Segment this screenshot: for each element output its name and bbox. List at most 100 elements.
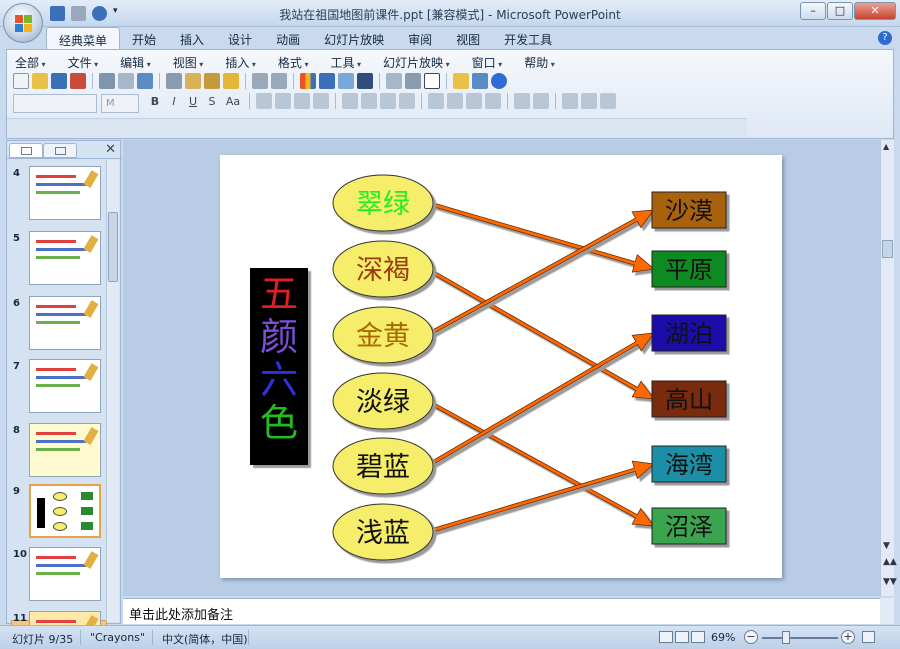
align-center-icon[interactable] [275, 93, 291, 109]
underline-button[interactable]: U [185, 95, 201, 108]
arrange-icon[interactable] [514, 93, 530, 109]
align-left-icon[interactable] [256, 93, 272, 109]
slide-thumbnail[interactable] [29, 484, 101, 538]
menu-item[interactable]: 全部 [15, 54, 46, 71]
hyperlink-icon[interactable] [357, 73, 373, 89]
format-painter-icon[interactable] [223, 73, 239, 89]
ribbon-tab[interactable]: 审阅 [396, 27, 444, 49]
menu-item[interactable]: 帮助 [524, 54, 555, 71]
ribbon-tab[interactable]: 插入 [168, 27, 216, 49]
undo-icon[interactable] [252, 73, 268, 89]
menu-item[interactable]: 文件 [68, 54, 99, 71]
font-size-combobox[interactable]: M [101, 94, 139, 113]
table-icon[interactable] [319, 73, 335, 89]
maximize-button[interactable]: □ [827, 2, 853, 20]
panel-scrollbar-thumb[interactable] [108, 212, 118, 282]
slide-thumbnail[interactable] [29, 547, 101, 601]
slideshow-view-icon[interactable] [691, 631, 705, 643]
outline-icon[interactable] [386, 73, 402, 89]
zoom-out-icon[interactable]: − [744, 630, 758, 644]
open-icon[interactable] [32, 73, 48, 89]
normal-view-icon[interactable] [659, 631, 673, 643]
office-button[interactable] [3, 3, 43, 43]
print-preview-icon[interactable] [118, 73, 134, 89]
folder-icon[interactable] [453, 73, 469, 89]
ribbon-tab[interactable]: 幻灯片放映 [312, 27, 396, 49]
close-button[interactable]: ✕ [854, 2, 896, 20]
font-name-combobox[interactable] [13, 94, 97, 113]
help-small-icon[interactable] [491, 73, 507, 89]
slide-thumbnail[interactable] [29, 166, 101, 220]
increase-font-icon[interactable] [447, 93, 463, 109]
next-slide-icon[interactable]: ▼▼ [883, 578, 897, 587]
shape-fill-icon[interactable] [562, 93, 578, 109]
columns-icon[interactable] [342, 93, 358, 109]
slide-thumbnail[interactable] [29, 359, 101, 413]
decrease-font-icon[interactable] [466, 93, 482, 109]
outline-tab[interactable] [43, 143, 77, 158]
chart-icon[interactable] [300, 73, 316, 89]
menu-item[interactable]: 幻灯片放映 [383, 54, 450, 71]
bullets-icon[interactable] [380, 93, 396, 109]
grid-icon[interactable] [405, 73, 421, 89]
menu-item[interactable]: 窗口 [472, 54, 503, 71]
insert-picture-icon[interactable] [338, 73, 354, 89]
permission-icon[interactable] [70, 73, 86, 89]
copy-icon[interactable] [185, 73, 201, 89]
spelling-icon[interactable] [137, 73, 153, 89]
slide-thumbnail[interactable] [29, 231, 101, 285]
notes-pane[interactable]: 单击此处添加备注 [123, 598, 880, 624]
new-file-icon[interactable] [13, 73, 29, 89]
menu-item[interactable]: 插入 [225, 54, 256, 71]
numbering-icon[interactable] [399, 93, 415, 109]
slide-sorter-view-icon[interactable] [675, 631, 689, 643]
shapes-icon[interactable] [533, 93, 549, 109]
italic-button[interactable]: I [166, 95, 182, 108]
previous-slide-icon[interactable]: ▲▲ [883, 558, 897, 567]
paste-icon[interactable] [204, 73, 220, 89]
scroll-down-icon[interactable]: ▼ [883, 542, 890, 551]
notes-scrollbar[interactable] [880, 598, 894, 624]
minimize-button[interactable]: – [800, 2, 826, 20]
slide-vertical-scrollbar[interactable]: ▲ ▼ ▲▲ ▼▼ [880, 140, 897, 596]
change-case-button[interactable]: Aa [223, 95, 243, 108]
shape-effects-icon[interactable] [600, 93, 616, 109]
fit-to-window-icon[interactable] [862, 631, 875, 643]
zoom-slider-track[interactable] [762, 637, 838, 639]
zoom-icon[interactable] [472, 73, 488, 89]
justify-icon[interactable] [313, 93, 329, 109]
bold-button[interactable]: B [147, 95, 163, 108]
menu-item[interactable]: 编辑 [120, 54, 151, 71]
slide-canvas[interactable]: 五颜六色 翠绿 深褐 金黄 淡绿 碧蓝 浅蓝 沙漠 平原 湖泊 高山 海湾 沼泽 [220, 155, 782, 578]
save-icon[interactable] [51, 73, 67, 89]
zoom-level[interactable]: 69% [711, 631, 735, 644]
print-icon[interactable] [99, 73, 115, 89]
line-spacing-icon[interactable] [485, 93, 501, 109]
ribbon-tab[interactable]: 动画 [264, 27, 312, 49]
slide-thumbnail[interactable] [29, 296, 101, 350]
menu-item[interactable]: 工具 [330, 54, 361, 71]
panel-scrollbar[interactable] [106, 160, 119, 622]
shadow-button[interactable]: S [204, 95, 220, 108]
menu-item[interactable]: 格式 [278, 54, 309, 71]
ribbon-tab[interactable]: 设计 [216, 27, 264, 49]
font-color-icon[interactable] [428, 93, 444, 109]
align-right-icon[interactable] [294, 93, 310, 109]
zoom-in-icon[interactable]: + [841, 630, 855, 644]
redo-icon[interactable] [271, 73, 287, 89]
ribbon-tab[interactable]: 开发工具 [492, 27, 564, 49]
menu-item[interactable]: 视图 [173, 54, 204, 71]
close-panel-icon[interactable]: ✕ [105, 142, 116, 157]
scroll-up-icon[interactable]: ▲ [883, 142, 889, 151]
ribbon-tab[interactable]: 视图 [444, 27, 492, 49]
scrollbar-thumb[interactable] [882, 240, 893, 258]
ribbon-tab[interactable]: 经典菜单 [46, 27, 121, 49]
cut-icon[interactable] [166, 73, 182, 89]
slides-tab[interactable] [9, 143, 43, 158]
help-icon[interactable]: ? [878, 31, 892, 45]
slide-thumbnail[interactable] [29, 423, 101, 477]
language-indicator[interactable]: 中文(简体，中国) [162, 631, 248, 647]
ribbon-tab[interactable]: 开始 [120, 27, 168, 49]
zoom-slider-thumb[interactable] [782, 631, 791, 644]
shape-outline-icon[interactable] [581, 93, 597, 109]
